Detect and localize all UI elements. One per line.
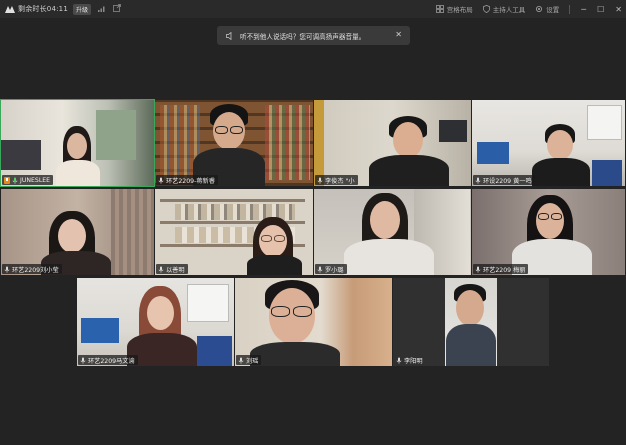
microphone-icon [475,177,481,184]
participant-name: 环艺2209刘小莹 [12,266,59,274]
microphone-icon [317,177,323,184]
participant-name: 环设2209 黄一鸣 [483,177,532,185]
speaker-icon [226,31,232,40]
participant-label: 以善明 [156,264,188,274]
participant-tile[interactable]: 罗小璐 [314,189,471,275]
participant-tile[interactable]: 李俊杰 "小 [314,100,471,186]
participant-label: 环艺2209马文渝 [78,355,138,365]
microphone-icon [317,266,323,273]
participant-tile[interactable]: 环艺2209-蒋新睿 [155,100,313,186]
participant-label: 环艺2209刘小莹 [2,264,62,274]
participant-name: 环艺2209-蒋新睿 [166,177,215,185]
app-logo-icon [5,6,15,13]
shield-icon [482,5,490,13]
participant-label: 环艺2209 梅丽 [473,264,529,274]
layout-button[interactable]: 宫格布局 [435,4,473,14]
participant-name: 李俊杰 "小 [325,177,355,185]
speaker-volume-toast: 听不到他人说话吗？您可调高扬声器音量。 ✕ [217,26,410,45]
microphone-icon [4,176,10,184]
signal-icon[interactable] [98,5,106,14]
participant-name: 环艺2209马文渝 [88,357,135,365]
upgrade-button[interactable]: 升级 [72,3,91,15]
microphone-icon [158,266,164,273]
divider [569,4,571,14]
participant-label: 刘瑶 [236,355,262,365]
microphone-icon [4,266,10,273]
host-tools-label: 主持人工具 [492,6,526,14]
participant-label: 环艺2209-蒋新睿 [156,175,218,185]
meeting-window: 剩余时长04:11 升级 宫格布局 主持人工具 设置 ─ ☐ ✕ 听不到他人说话… [0,0,626,445]
participant-label: JUNESLEE [2,175,54,185]
participant-label: 环设2209 黄一鸣 [473,175,535,185]
grid-layout-icon [435,5,444,13]
microphone-icon [158,177,164,184]
gear-icon [536,6,543,12]
minimize-icon[interactable]: ─ [581,5,586,14]
toast-message: 听不到他人说话吗？您可调高扬声器音量。 [240,32,366,41]
participant-name: 罗小璐 [325,266,344,274]
participant-tile[interactable]: 李阳明 [393,278,549,366]
participant-label: 李俊杰 "小 [315,175,358,185]
remaining-time: 剩余时长04:11 [18,5,68,13]
participant-tile[interactable]: 环艺2209刘小莹 [1,189,154,275]
share-window-icon[interactable] [113,4,121,14]
participant-label: 李阳明 [394,355,426,365]
participant-tile[interactable]: JUNESLEE [0,99,155,187]
participant-name: 李阳明 [404,357,423,365]
host-tools-button[interactable]: 主持人工具 [482,4,526,14]
mic-active-icon [12,177,18,184]
participant-name: 刘瑶 [246,357,259,365]
microphone-icon [475,266,481,273]
layout-label: 宫格布局 [446,6,473,14]
microphone-icon [238,357,244,364]
participant-tile[interactable]: 环设2209 黄一鸣 [472,100,625,186]
microphone-icon [396,357,402,364]
participant-tile[interactable]: 刘瑶 [235,278,392,366]
settings-button[interactable]: 设置 [535,4,559,14]
microphone-icon [80,357,86,364]
participant-name: JUNESLEE [20,176,51,184]
close-window-icon[interactable]: ✕ [615,5,622,14]
toast-close-icon[interactable]: ✕ [395,30,402,39]
participant-label: 罗小璐 [315,264,347,274]
maximize-icon[interactable]: ☐ [597,5,604,14]
title-bar: 剩余时长04:11 升级 宫格布局 主持人工具 设置 ─ ☐ ✕ [0,0,626,18]
participant-tile[interactable]: 环艺2209 梅丽 [472,189,625,275]
participant-name: 环艺2209 梅丽 [483,266,526,274]
participant-tile[interactable]: 以善明 [155,189,313,275]
participant-tile[interactable]: 环艺2209马文渝 [77,278,234,366]
participant-name: 以善明 [166,266,185,274]
settings-label: 设置 [546,6,560,14]
